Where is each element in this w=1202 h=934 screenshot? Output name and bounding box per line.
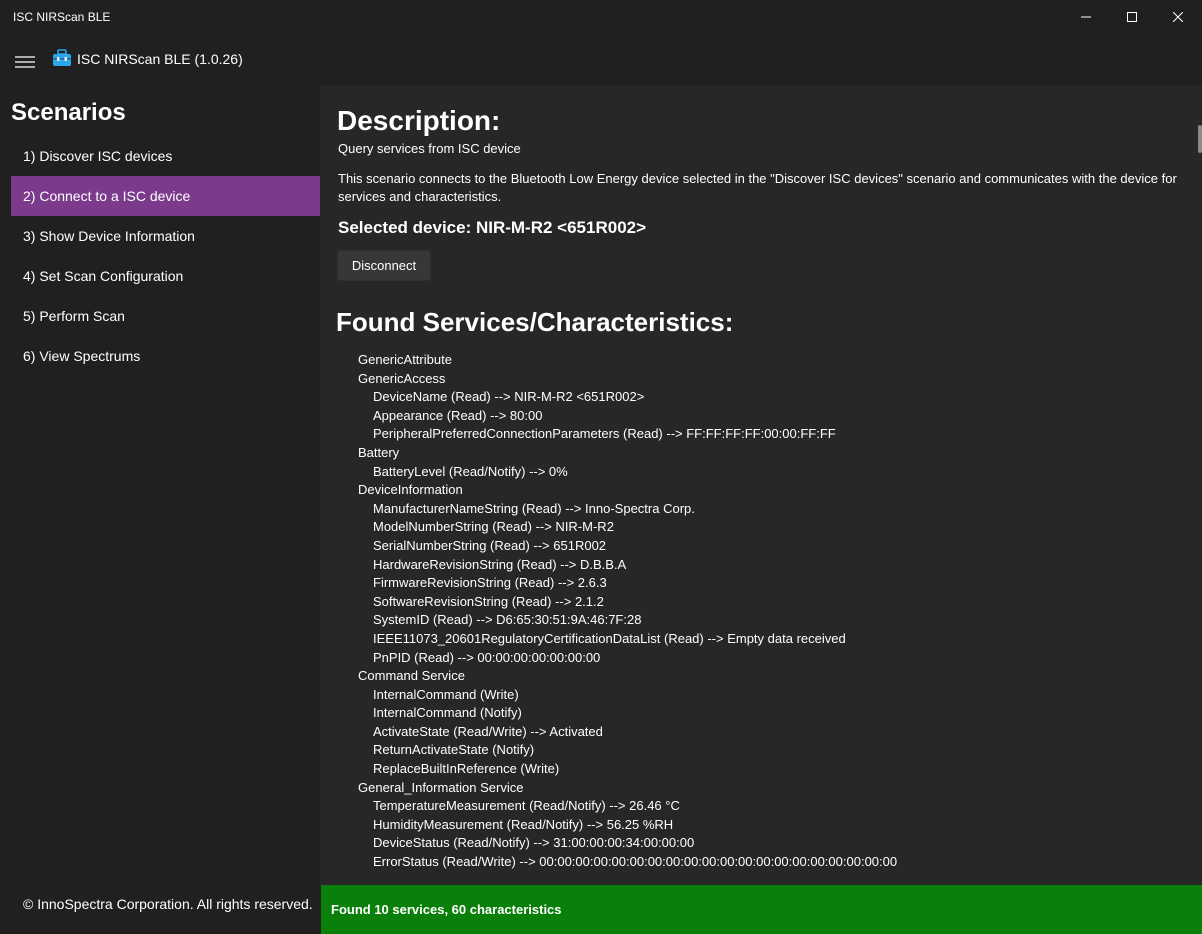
characteristic-item: ReplaceBuiltInReference (Write)	[373, 761, 560, 777]
characteristic-item: ReturnActivateState (Notify)	[373, 742, 535, 758]
copyright-text: © InnoSpectra Corporation. All rights re…	[23, 896, 313, 912]
close-icon	[1173, 12, 1183, 22]
nav-item-label: 5) Perform Scan	[23, 308, 125, 324]
characteristic-item: IEEE11073_20601RegulatoryCertificationDa…	[373, 630, 846, 646]
nav-item-label: 1) Discover ISC devices	[23, 148, 173, 164]
app-title: ISC NIRScan BLE (1.0.26)	[77, 51, 243, 67]
characteristic-item: ManufacturerNameString (Read) --> Inno-S…	[373, 500, 695, 516]
nav-item-label: 2) Connect to a ISC device	[23, 188, 191, 204]
minimize-icon	[1081, 16, 1091, 18]
scrollbar-thumb[interactable]	[1198, 125, 1202, 153]
characteristic-item: SoftwareRevisionString (Read) --> 2.1.2	[373, 593, 604, 609]
status-text: Found 10 services, 60 characteristics	[331, 902, 562, 917]
characteristic-item: ErrorStatus (Read/Write) --> 00:00:00:00…	[373, 854, 898, 869]
service-item: General_Information Service	[358, 779, 524, 795]
hamburger-icon	[15, 56, 35, 68]
window-title: ISC NIRScan BLE	[13, 10, 111, 24]
characteristic-item: SerialNumberString (Read) --> 651R002	[373, 537, 607, 553]
characteristic-item: FirmwareRevisionString (Read) --> 2.6.3	[373, 575, 607, 591]
selected-device-label: Selected device: NIR-M-R2 <651R002>	[338, 218, 647, 237]
characteristic-item: DeviceName (Read) --> NIR-M-R2 <651R002>	[373, 389, 645, 405]
characteristic-item: BatteryLevel (Read/Notify) --> 0%	[373, 463, 568, 479]
maximize-button[interactable]	[1109, 0, 1155, 34]
description-subtitle: Query services from ISC device	[338, 141, 521, 156]
title-bar: ISC NIRScan BLE	[0, 0, 1202, 34]
app-window: ISC NIRScan BLE ISC NIRScan BLE (1.0.26)…	[0, 0, 1202, 934]
characteristic-item: InternalCommand (Notify)	[373, 705, 522, 721]
nav-item-view-spectrums[interactable]: 6) View Spectrums	[11, 336, 320, 376]
nav-item-label: 4) Set Scan Configuration	[23, 268, 184, 284]
service-item: Command Service	[358, 668, 465, 684]
nav-item-connect[interactable]: 2) Connect to a ISC device	[11, 176, 320, 216]
characteristic-item: Appearance (Read) --> 80:00	[373, 407, 543, 423]
menu-button[interactable]	[8, 48, 42, 76]
sidebar-heading: Scenarios	[11, 99, 126, 126]
service-item: GenericAccess	[358, 370, 446, 386]
main-content[interactable]: Description: Query services from ISC dev…	[320, 85, 1202, 885]
characteristic-item: HardwareRevisionString (Read) --> D.B.B.…	[373, 556, 627, 572]
nav-item-label: 6) View Spectrums	[23, 348, 141, 364]
found-services-heading: Found Services/Characteristics:	[336, 307, 734, 337]
characteristic-item: InternalCommand (Write)	[373, 686, 519, 702]
characteristic-item: ModelNumberString (Read) --> NIR-M-R2	[373, 519, 614, 535]
characteristic-item: ActivateState (Read/Write) --> Activated	[373, 723, 603, 739]
description-body: This scenario connects to the Bluetooth …	[338, 171, 1177, 204]
nav-item-label: 3) Show Device Information	[23, 228, 195, 244]
characteristic-item: TemperatureMeasurement (Read/Notify) -->…	[373, 798, 680, 814]
nav-item-perform-scan[interactable]: 5) Perform Scan	[11, 296, 320, 336]
characteristic-item: DeviceStatus (Read/Notify) --> 31:00:00:…	[373, 835, 695, 851]
disconnect-button[interactable]: Disconnect	[337, 250, 431, 281]
service-item: GenericAttribute	[358, 352, 452, 367]
characteristic-item: PnPID (Read) --> 00:00:00:00:00:00:00	[373, 649, 601, 665]
service-item: DeviceInformation	[358, 482, 463, 498]
characteristic-item: SystemID (Read) --> D6:65:30:51:9A:46:7F…	[373, 612, 642, 628]
minimize-button[interactable]	[1063, 0, 1109, 34]
nav-item-device-info[interactable]: 3) Show Device Information	[11, 216, 320, 256]
toolbox-icon	[53, 49, 71, 66]
status-bar: Found 10 services, 60 characteristics	[321, 885, 1202, 934]
services-list[interactable]: GenericAttribute GenericAccess DeviceName …	[358, 351, 1178, 869]
service-item: Battery	[358, 444, 400, 460]
app-header: ISC NIRScan BLE (1.0.26)	[0, 40, 1202, 80]
maximize-icon	[1127, 12, 1137, 22]
nav-item-discover[interactable]: 1) Discover ISC devices	[11, 136, 320, 176]
sidebar: Scenarios 1) Discover ISC devices 2) Con…	[0, 85, 320, 934]
characteristic-item: HumidityMeasurement (Read/Notify) --> 56…	[373, 816, 674, 832]
characteristic-item: PeripheralPreferredConnectionParameters …	[373, 426, 836, 442]
description-heading: Description:	[337, 105, 501, 136]
close-button[interactable]	[1155, 0, 1201, 34]
nav-item-scan-config[interactable]: 4) Set Scan Configuration	[11, 256, 320, 296]
